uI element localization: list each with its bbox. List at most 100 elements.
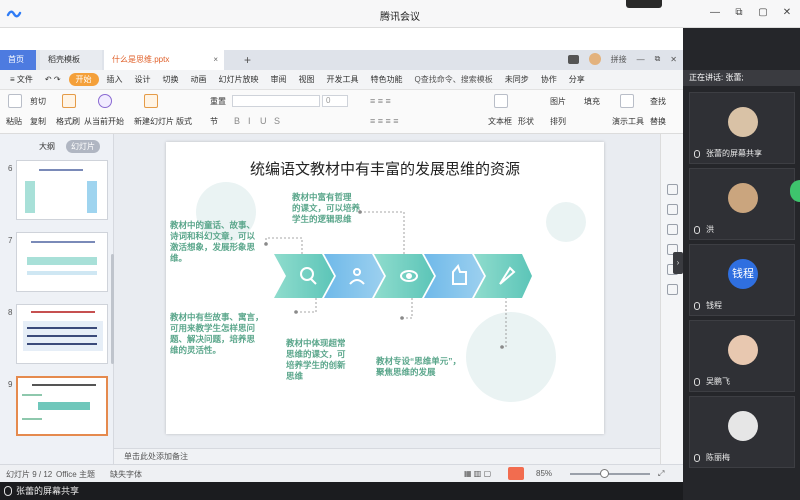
shape-button[interactable]: 形状 — [518, 116, 534, 127]
underline-icon[interactable]: U — [260, 116, 267, 126]
slide-thumbnail-selected[interactable] — [16, 376, 108, 436]
collab-button[interactable]: 协作 — [535, 70, 563, 90]
menu-item-home[interactable]: 开始 — [68, 73, 99, 86]
share-button[interactable]: 分享 — [563, 70, 591, 90]
collapse-panel-button[interactable]: › — [673, 252, 683, 274]
menu-item-review[interactable]: 审阅 — [265, 70, 293, 90]
unsync-button[interactable]: 未同步 — [499, 70, 535, 90]
format-painter-button[interactable]: 格式刷 — [56, 116, 80, 127]
meeting-titlebar: 腾讯会议 — ⧉ ▢ ✕ — [0, 0, 800, 28]
align-icon[interactable]: ≡ ≡ ≡ — [370, 96, 391, 106]
missing-font-button[interactable]: 缺失字体 — [110, 469, 142, 480]
paste-icon[interactable] — [8, 94, 22, 108]
menu-item-features[interactable]: 特色功能 — [365, 70, 409, 90]
search-input[interactable]: Q查找命令、搜索模板 — [409, 74, 499, 85]
play-icon[interactable] — [98, 94, 112, 108]
text-line: 思维的课文，可 — [286, 349, 346, 359]
undo-icon[interactable]: ↶ ↷ — [39, 70, 67, 90]
participant-name: 吴鹏飞 — [706, 377, 730, 386]
layout-button[interactable]: 版式 — [176, 116, 192, 127]
avatar[interactable] — [588, 53, 601, 65]
picture-button[interactable]: 图片 — [550, 96, 566, 107]
participant-tile[interactable]: 张蕾的屏幕共享 — [689, 92, 795, 164]
slideshow-tools-button[interactable]: 演示工具 — [612, 116, 644, 127]
find-button[interactable]: 查找 — [650, 96, 666, 107]
menu-item-developer[interactable]: 开发工具 — [321, 70, 365, 90]
view-normal-icon[interactable]: ▦ ▥ ▢ — [464, 469, 491, 478]
slide-thumbnail[interactable] — [16, 304, 108, 364]
textbox-button[interactable]: 文本框 — [488, 116, 512, 127]
italic-icon[interactable]: I — [248, 116, 251, 126]
participant-tile[interactable]: 陈丽梅 — [689, 396, 795, 468]
textbox-icon[interactable] — [494, 94, 508, 108]
avatar — [728, 411, 758, 441]
menu-item-animation[interactable]: 动画 — [185, 70, 213, 90]
tab-document[interactable]: 什么是思维.pptx × — [104, 50, 224, 70]
reset-button[interactable]: 重置 — [210, 96, 226, 107]
format-painter-icon[interactable] — [62, 94, 76, 108]
menu-item-design[interactable]: 设计 — [129, 70, 157, 90]
close-icon[interactable]: ✕ — [780, 6, 794, 20]
replace-button[interactable]: 替换 — [650, 116, 666, 127]
tab-slides[interactable]: 幻灯片 — [66, 140, 100, 153]
minimize-icon[interactable]: — — [708, 6, 722, 20]
fill-button[interactable]: 填充 — [584, 96, 600, 107]
play-slideshow-button[interactable] — [508, 467, 524, 480]
wps-tab-bar: 首页 稻壳模板 什么是思维.pptx × + 1 拼接 — ⧉ ✕ — [0, 50, 683, 70]
text-block-innovation: 教材中体现超常 思维的课文，可 培养学生的创新 思维 — [286, 338, 346, 382]
bold-icon[interactable]: B — [234, 116, 240, 126]
tab-home[interactable]: 首页 — [0, 50, 36, 70]
text-line: 激活想象，发展形象思 — [170, 242, 256, 252]
menu-item-slideshow[interactable]: 幻灯片放映 — [213, 70, 265, 90]
slide-thumbnail[interactable] — [16, 232, 108, 292]
menu-item-view[interactable]: 视图 — [293, 70, 321, 90]
tab-outline[interactable]: 大纲 — [34, 140, 60, 153]
section-button[interactable]: 节 — [210, 116, 218, 127]
menu-file[interactable]: ≡ 文件 — [4, 70, 39, 90]
participant-panel: 正在讲话: 张蕾; 张蕾的屏幕共享 洪 钱程 钱程 吴鹏飞 陈丽梅 — [683, 28, 800, 500]
arrange-button[interactable]: 排列 — [550, 116, 566, 127]
participant-tile[interactable]: 洪 — [689, 168, 795, 240]
current-slide[interactable]: 统编语文教材中有丰富的发展思维的资源 教材中的童话、故事、 诗词和科幻文章，可以… — [166, 142, 604, 434]
mic-icon — [694, 454, 700, 462]
theme-name[interactable]: Office 主题 — [56, 469, 95, 480]
minimize-icon[interactable]: — — [637, 55, 645, 64]
animation-icon[interactable] — [667, 224, 678, 235]
play-from-current-button[interactable]: 从当前开始 — [84, 116, 124, 127]
paste-button[interactable]: 粘贴 — [6, 116, 22, 127]
paragraph-icon[interactable]: ≡ ≡ ≡ ≡ — [370, 116, 399, 126]
copy-button[interactable]: 复制 — [30, 116, 46, 127]
tab-template[interactable]: 稻壳模板 — [40, 50, 102, 70]
maximize-icon[interactable]: ▢ — [756, 6, 770, 20]
restore-icon[interactable]: ⧉ — [655, 54, 661, 64]
font-family-select[interactable] — [232, 95, 320, 107]
participant-tile[interactable]: 钱程 钱程 — [689, 244, 795, 316]
text-line: 维的灵活性。 — [170, 345, 222, 355]
participant-tile[interactable]: 吴鹏飞 — [689, 320, 795, 392]
close-icon[interactable]: ✕ — [670, 55, 677, 64]
menu-item-insert[interactable]: 插入 — [101, 70, 129, 90]
magic-icon[interactable] — [667, 204, 678, 215]
zoom-slider-handle[interactable] — [600, 469, 609, 478]
user-label[interactable]: 拼接 — [611, 54, 627, 65]
zoom-slider[interactable] — [570, 473, 650, 475]
new-tab-button[interactable]: + — [236, 50, 259, 70]
fit-window-icon[interactable]: ⤢ — [658, 469, 664, 479]
cut-button[interactable]: 剪切 — [30, 96, 46, 107]
mic-icon — [4, 486, 12, 496]
slideshow-tools-icon[interactable] — [620, 94, 634, 108]
slide-thumbnail[interactable] — [16, 160, 108, 220]
new-slide-button[interactable]: 新建幻灯片 — [134, 116, 174, 127]
strike-icon[interactable]: S — [274, 116, 280, 126]
speaking-indicator: 正在讲话: 张蕾; — [683, 70, 800, 86]
font-size-select[interactable]: 0 — [322, 95, 348, 107]
menu-item-transition[interactable]: 切换 — [157, 70, 185, 90]
close-tab-icon[interactable]: × — [213, 50, 218, 70]
new-slide-icon[interactable] — [144, 94, 158, 108]
notes-input[interactable]: 单击此处添加备注 — [114, 448, 660, 464]
mic-icon — [694, 378, 700, 386]
property-icon[interactable] — [667, 184, 678, 195]
settings-icon[interactable] — [667, 284, 678, 295]
restore-icon[interactable]: ⧉ — [732, 6, 746, 20]
zoom-level[interactable]: 85% — [536, 469, 552, 478]
